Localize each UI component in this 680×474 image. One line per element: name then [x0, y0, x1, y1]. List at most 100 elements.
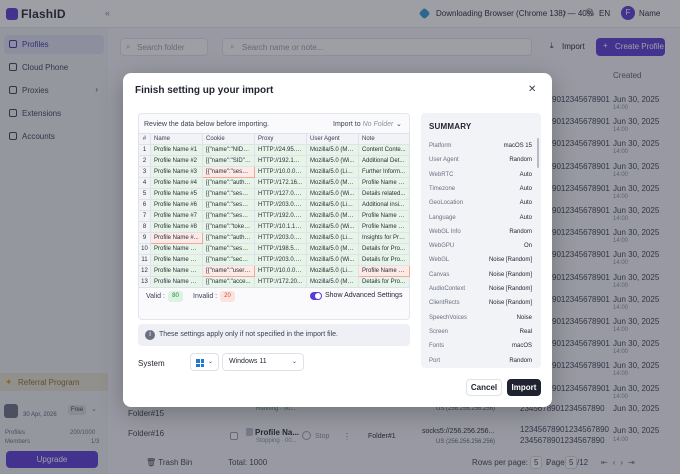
cell-cookie[interactable]: [{"name":"acce...: [202, 276, 255, 288]
chevron-down-icon[interactable]: ⌄: [208, 358, 213, 365]
table-row[interactable]: 7 Profile Name #7 [{"name":"sessi... HTTP:/…: [138, 210, 410, 222]
summary-key: WebRTC: [429, 171, 454, 178]
table-row[interactable]: 11 Profile Name #11 [{"name":"secur... HTTP…: [138, 254, 410, 266]
cell-proxy[interactable]: HTTP://127.0.0...: [254, 188, 307, 200]
cell-note[interactable]: Additional insi...: [358, 199, 410, 211]
cell-note[interactable]: Details for Pro...: [358, 243, 410, 255]
cell-name[interactable]: Profile Name #10: [150, 243, 203, 255]
cell-cookie[interactable]: [{"name":"sessi...: [202, 188, 255, 200]
cell-name[interactable]: Profile Name #6: [150, 199, 203, 211]
cell-note[interactable]: Profile Name #...: [358, 210, 410, 222]
cell-name[interactable]: Profile Name #8: [150, 221, 203, 233]
cell-cookie[interactable]: [{"name":"sessi...: [202, 210, 255, 222]
cell-name[interactable]: Profile Name #11: [150, 254, 203, 266]
cell-name[interactable]: Profile Name #2: [150, 155, 203, 167]
table-row[interactable]: 8 Profile Name #8 [{"name":"token"... HTTP:…: [138, 221, 410, 233]
cell-cookie[interactable]: [{"name":"NID",...: [202, 144, 255, 156]
cell-user-agent[interactable]: Mozilla/5.0 (Ma...: [306, 276, 359, 288]
cell-proxy[interactable]: HTTP://198.51.1...: [254, 243, 307, 255]
table-row[interactable]: 3 Profile Name #3 [{"name":"sessi... HTTP:/…: [138, 166, 410, 178]
cell-index: 10: [138, 243, 151, 255]
cell-note[interactable]: Profile Name #...: [358, 177, 410, 189]
cell-proxy[interactable]: HTTP://192.168...: [254, 155, 307, 167]
table-row[interactable]: 1 Profile Name #1 [{"name":"NID",... HTTP:/…: [138, 144, 410, 156]
cell-cookie[interactable]: [{"name":"secur...: [202, 254, 255, 266]
summary-key: AudioContext: [429, 286, 466, 292]
table-row[interactable]: 4 Profile Name #4 [{"name":"auth"... HTTP:/…: [138, 177, 410, 189]
invalid-label: Invalid :: [193, 293, 218, 300]
info-text: These settings apply only if not specifi…: [159, 331, 338, 338]
chevron-down-icon[interactable]: ⌄: [396, 120, 402, 128]
cell-user-agent[interactable]: Mozilla/5.0 (Ma...: [306, 243, 359, 255]
table-row[interactable]: 2 Profile Name #2 [{"name":"SID",... HTTP:/…: [138, 155, 410, 167]
cell-name[interactable]: Profile Name #1: [150, 144, 203, 156]
cell-proxy[interactable]: HTTP://192.0.2...: [254, 210, 307, 222]
cell-note[interactable]: Details for Pro...: [358, 254, 410, 266]
cell-user-agent[interactable]: Mozilla/5.0 (Ma...: [306, 177, 359, 189]
cell-proxy[interactable]: HTTP://24.95.1...: [254, 144, 307, 156]
cell-user-agent[interactable]: Mozilla/5.0 (Ma...: [306, 144, 359, 156]
show-advanced-label[interactable]: Show Advanced Settings: [325, 292, 402, 299]
cell-index: 7: [138, 210, 151, 222]
cell-name[interactable]: Profile Name #12: [150, 265, 203, 277]
show-advanced-toggle[interactable]: [310, 292, 322, 300]
table-row[interactable]: 9 Profile Name #... [{"name":"auth_... HTTP…: [138, 232, 410, 244]
cell-user-agent[interactable]: Mozilla/5.0 (Lin...: [306, 265, 359, 277]
chevron-down-icon[interactable]: ⌄: [292, 358, 297, 365]
table-row[interactable]: 12 Profile Name #12 [{"name":"user_... HTTP…: [138, 265, 410, 277]
cell-proxy[interactable]: HTTP://203.0.1...: [254, 232, 307, 244]
cell-proxy[interactable]: HTTP://10.0.0.1...: [254, 265, 307, 277]
cell-note[interactable]: Profile Name #...: [358, 265, 410, 277]
cell-note[interactable]: Details for Pro...: [358, 276, 410, 288]
cell-cookie[interactable]: [{"name":"user_...: [202, 265, 255, 277]
cell-cookie[interactable]: [{"name":"sessi...: [202, 199, 255, 211]
cell-note[interactable]: Further Inform...: [358, 166, 410, 178]
summary-value: Auto: [519, 171, 532, 178]
import-button[interactable]: Import: [507, 379, 541, 396]
import-preview-table: # Name Cookie Proxy User Agent Note 1 Pro…: [138, 133, 410, 288]
cancel-button[interactable]: Cancel: [466, 379, 502, 396]
cell-note[interactable]: Details related...: [358, 188, 410, 200]
cell-note[interactable]: Insights for Pro...: [358, 232, 410, 244]
import-to-select[interactable]: Import to No Folder: [333, 121, 393, 128]
cell-name[interactable]: Profile Name #4: [150, 177, 203, 189]
cell-name[interactable]: Profile Name #3: [150, 166, 203, 178]
summary-scrollbar[interactable]: [537, 138, 539, 168]
close-icon[interactable]: ✕: [528, 84, 536, 95]
cell-user-agent[interactable]: Mozilla/5.0 (Lin...: [306, 166, 359, 178]
cell-cookie[interactable]: [{"name":"auth"...: [202, 177, 255, 189]
cell-name[interactable]: Profile Name #13: [150, 276, 203, 288]
cell-user-agent[interactable]: Mozilla/5.0 (Wi...: [306, 188, 359, 200]
cell-cookie[interactable]: [{"name":"auth_...: [202, 232, 255, 244]
cell-name[interactable]: Profile Name #...: [150, 232, 203, 244]
cell-name[interactable]: Profile Name #5: [150, 188, 203, 200]
cell-user-agent[interactable]: Mozilla/5.0 (Lin...: [306, 199, 359, 211]
cell-proxy[interactable]: HTTP://203.0.1...: [254, 254, 307, 266]
cell-user-agent[interactable]: Mozilla/5.0 (Wi...: [306, 221, 359, 233]
cell-proxy[interactable]: HTTP://172.20...: [254, 276, 307, 288]
cell-proxy[interactable]: HTTP://172.16...: [254, 177, 307, 189]
cell-cookie[interactable]: [{"name":"SID",...: [202, 155, 255, 167]
cell-proxy[interactable]: HTTP://10.1.1.1...: [254, 221, 307, 233]
cell-proxy[interactable]: HTTP://10.0.0.1...: [254, 166, 307, 178]
table-row[interactable]: 10 Profile Name #10 [{"name":"sessi... HTTP…: [138, 243, 410, 255]
cell-name[interactable]: Profile Name #7: [150, 210, 203, 222]
info-icon: i: [145, 330, 155, 340]
cell-cookie[interactable]: [{"name":"token"...: [202, 221, 255, 233]
summary-value: Noise [Random]: [488, 300, 532, 307]
cell-cookie[interactable]: [{"name":"sessi...: [202, 166, 255, 178]
cell-note[interactable]: Additional Det...: [358, 155, 410, 167]
review-instructions: Review the data below before importing.: [144, 121, 269, 128]
cell-note[interactable]: Content Conte...: [358, 144, 410, 156]
table-row[interactable]: 6 Profile Name #6 [{"name":"sessi... HTTP:/…: [138, 199, 410, 211]
cell-user-agent[interactable]: Mozilla/5.0 (Lin...: [306, 232, 359, 244]
table-row[interactable]: 5 Profile Name #5 [{"name":"sessi... HTTP:/…: [138, 188, 410, 200]
cell-user-agent[interactable]: Mozilla/5.0 (Wi...: [306, 155, 359, 167]
cell-cookie[interactable]: [{"name":"sessi...: [202, 243, 255, 255]
table-row[interactable]: 13 Profile Name #13 [{"name":"acce... HTTP:…: [138, 276, 410, 288]
os-family-select[interactable]: [190, 353, 219, 371]
cell-user-agent[interactable]: Mozilla/5.0 (Ma...: [306, 210, 359, 222]
cell-proxy[interactable]: HTTP://203.0.1...: [254, 199, 307, 211]
cell-user-agent[interactable]: Mozilla/5.0 (Wi...: [306, 254, 359, 266]
cell-note[interactable]: Profile Name #...: [358, 221, 410, 233]
